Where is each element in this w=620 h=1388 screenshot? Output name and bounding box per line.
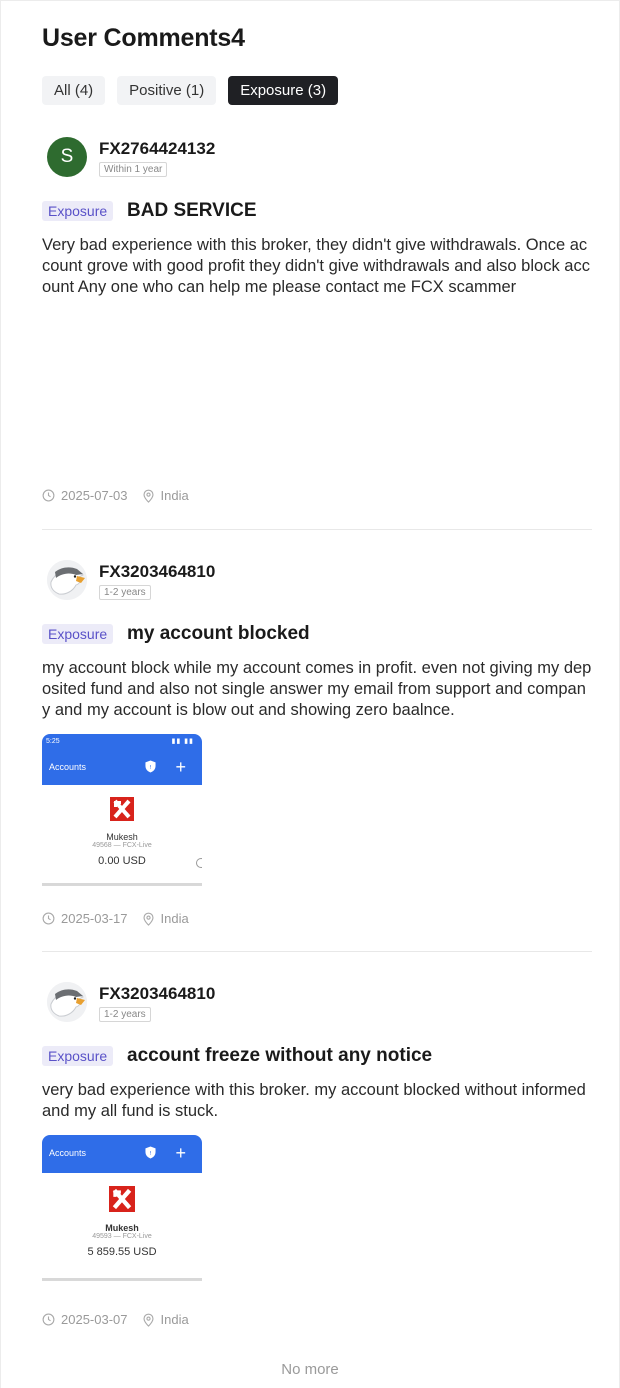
comment-text: my account block while my account comes … <box>42 659 592 719</box>
account-balance: 0.00 USD <box>98 855 146 867</box>
avatar[interactable]: S <box>47 137 87 177</box>
tenure-badge: 1-2 years <box>99 1007 151 1022</box>
shield-icon: ! <box>145 1146 156 1159</box>
comment-location: India <box>160 911 189 926</box>
comment-screenshot[interactable]: 5:25 ▮▮ ▮▮ Accounts ! + Mukesh 49568 — F… <box>42 734 202 885</box>
clock-icon <box>42 1313 55 1326</box>
account-id: 49593 — FCX-Live <box>92 1233 152 1240</box>
clock-icon <box>42 489 55 502</box>
exposure-tag: Exposure <box>42 624 114 644</box>
svg-text:!: ! <box>149 765 151 771</box>
signal-icon: ▮▮ ▮▮ <box>171 738 194 745</box>
comment-date: 2025-03-17 <box>61 911 128 926</box>
exposure-tag: Exposure <box>42 201 114 221</box>
comment-screenshot[interactable]: Accounts ! + Mukesh 49593 — FCX-Live 5 8… <box>42 1135 202 1280</box>
tab-positive[interactable]: Positive (1) <box>117 76 217 105</box>
clock-icon <box>42 912 55 925</box>
accounts-header: Accounts <box>49 1148 87 1158</box>
comment-location: India <box>160 1312 189 1327</box>
comment-title: account freeze without any notice <box>127 1045 433 1066</box>
shield-icon: ! <box>145 760 156 773</box>
comment-date: 2025-07-03 <box>61 488 128 503</box>
accounts-header: Accounts <box>49 762 87 772</box>
svg-text:!: ! <box>149 1151 151 1157</box>
location-pin-icon <box>142 912 154 926</box>
avatar[interactable] <box>47 560 87 600</box>
add-icon: + <box>175 1143 186 1163</box>
exposure-tag: Exposure <box>42 1046 114 1066</box>
page-title: User Comments4 <box>42 24 245 52</box>
tenure-badge: 1-2 years <box>99 585 151 600</box>
account-id: 49568 — FCX-Live <box>92 842 152 849</box>
username[interactable]: FX3203464810 <box>99 984 215 1004</box>
refresh-icon <box>196 858 202 868</box>
add-icon: + <box>175 757 186 777</box>
divider <box>42 529 592 530</box>
fcx-logo-icon <box>109 1186 135 1212</box>
account-name: Mukesh <box>106 832 138 842</box>
eagle-avatar-icon <box>47 982 87 1022</box>
comment-meta: 2025-07-03 India <box>42 488 189 503</box>
comment-title: BAD SERVICE <box>127 200 257 221</box>
account-name: Mukesh <box>105 1223 139 1233</box>
filter-tabs: All (4) Positive (1) Exposure (3) <box>42 76 339 105</box>
divider <box>42 951 592 952</box>
location-pin-icon <box>142 489 154 503</box>
avatar[interactable] <box>47 982 87 1022</box>
fcx-logo-icon <box>110 797 134 821</box>
eagle-avatar-icon <box>47 560 87 600</box>
tab-exposure[interactable]: Exposure (3) <box>228 76 339 105</box>
comment-location: India <box>160 488 189 503</box>
comment-text: very bad experience with this broker. my… <box>42 1081 586 1120</box>
account-balance: 5 859.55 USD <box>87 1246 157 1258</box>
comment-date: 2025-03-07 <box>61 1312 128 1327</box>
username[interactable]: FX2764424132 <box>99 139 215 159</box>
status-time: 5:25 <box>46 738 60 745</box>
location-pin-icon <box>142 1313 154 1327</box>
tenure-badge: Within 1 year <box>99 162 168 177</box>
comment-meta: 2025-03-07 India <box>42 1312 189 1327</box>
comment-meta: 2025-03-17 India <box>42 911 189 926</box>
no-more-label: No more <box>281 1361 339 1378</box>
username[interactable]: FX3203464810 <box>99 562 215 582</box>
comment-text: Very bad experience with this broker, th… <box>42 236 590 296</box>
tab-all[interactable]: All (4) <box>42 76 106 105</box>
comment-title: my account blocked <box>127 623 310 644</box>
